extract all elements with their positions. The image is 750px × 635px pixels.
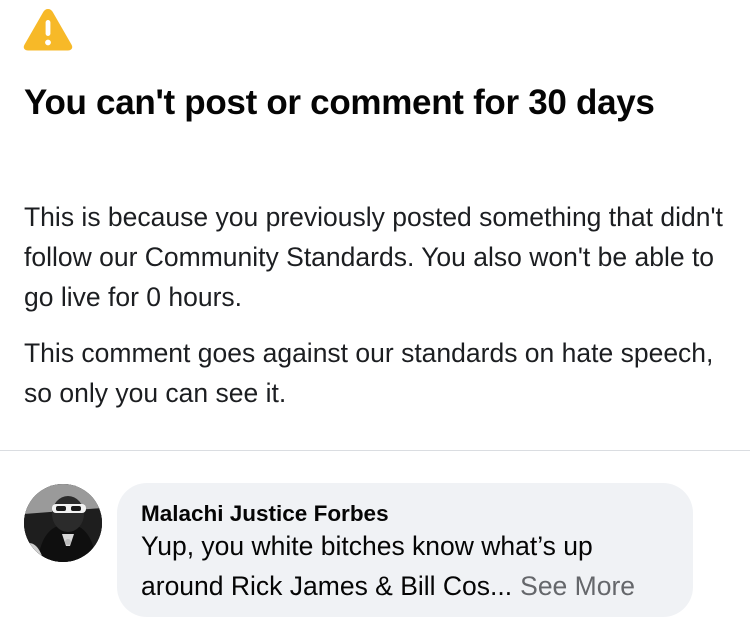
- avatar[interactable]: [24, 484, 102, 562]
- comment-bubble[interactable]: Malachi Justice Forbes Yup, you white bi…: [117, 483, 693, 617]
- comment-text-line-1: Yup, you white bitches know what’s up: [141, 531, 593, 561]
- comment-text-line-2-text: around Rick James & Bill Cos...: [141, 571, 513, 601]
- notice-title: You can't post or comment for 30 days: [24, 83, 655, 122]
- divider: [0, 450, 750, 451]
- warning-triangle-icon: [23, 9, 73, 51]
- comment-text-line-2: around Rick James & Bill Cos... See More: [141, 568, 635, 604]
- comment-violation-notice: This comment goes against our standards …: [24, 338, 714, 408]
- avatar-image: [24, 484, 102, 562]
- see-more-link[interactable]: See More: [520, 571, 635, 601]
- notice-explanation: This is because you previously posted so…: [24, 202, 723, 312]
- comment-author[interactable]: Malachi Justice Forbes: [141, 499, 389, 529]
